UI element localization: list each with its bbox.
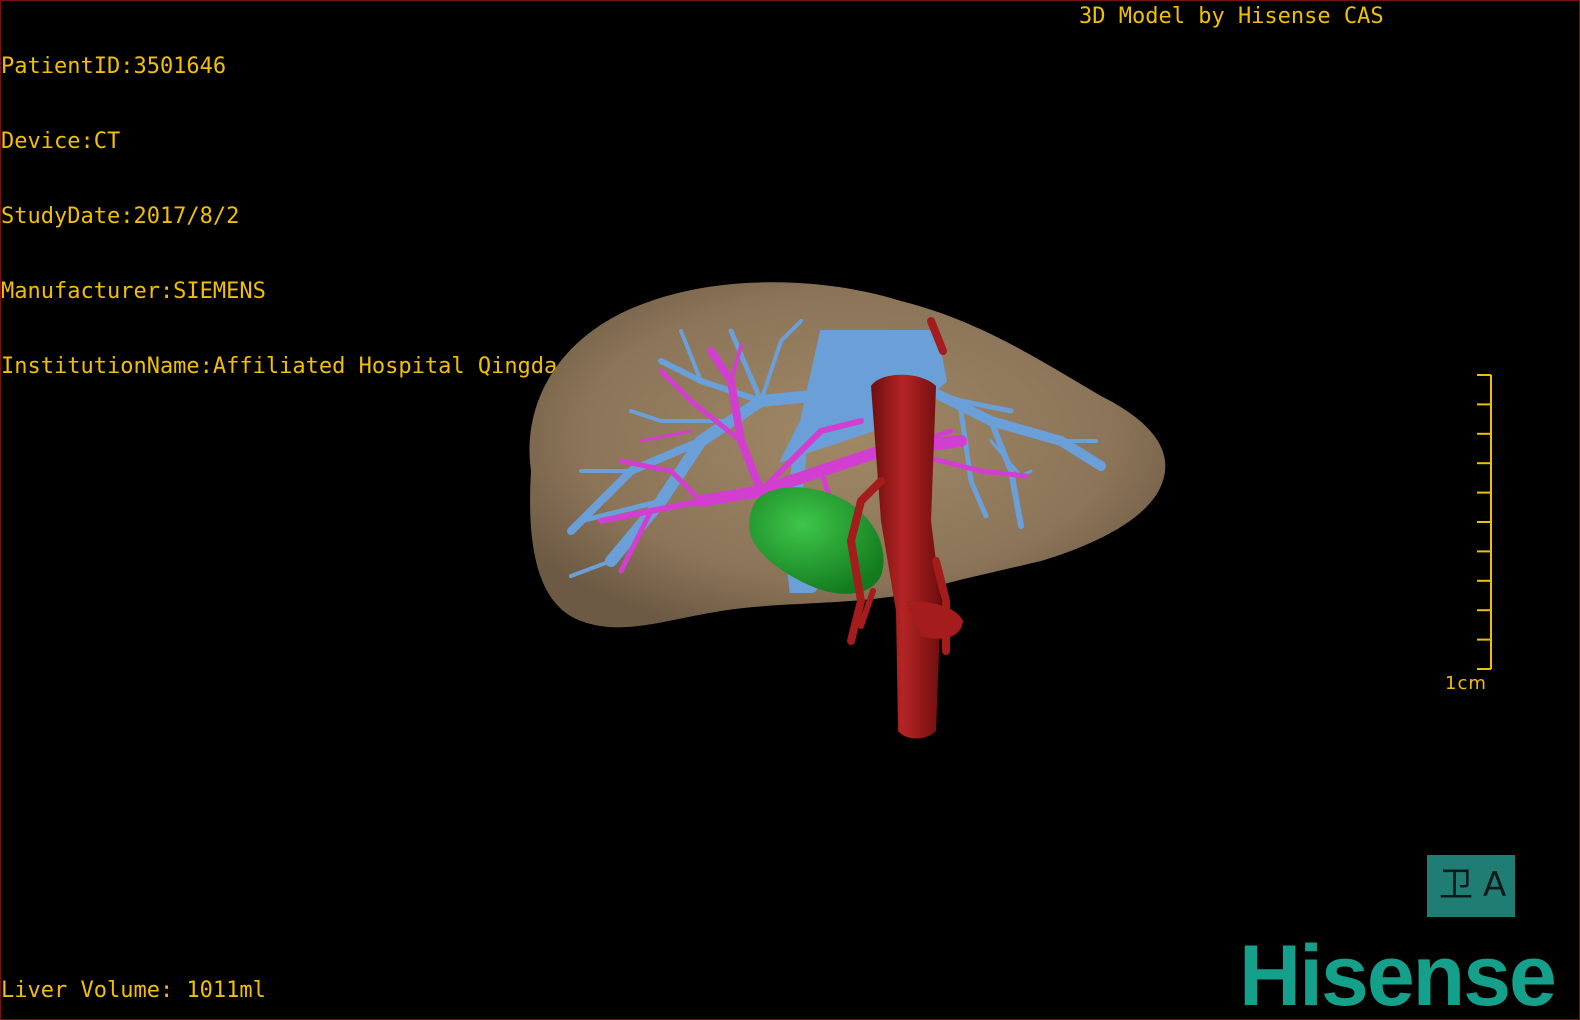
badge-left-glyph: 卫 [1439, 865, 1473, 905]
liver-volume-readout: Liver Volume: 1011ml [1, 978, 266, 1003]
render-viewport[interactable]: PatientID:3501646 Device:CT StudyDate:20… [0, 0, 1580, 1020]
scale-bar [1477, 374, 1492, 670]
liver-3d-model[interactable] [1, 1, 1580, 1020]
orientation-cube-icon[interactable]: 卫 A [1427, 855, 1515, 917]
scale-label: 1cm [1445, 673, 1487, 694]
hisense-logo: Hisense [1239, 928, 1557, 1020]
badge-right-glyph: A [1483, 865, 1507, 905]
